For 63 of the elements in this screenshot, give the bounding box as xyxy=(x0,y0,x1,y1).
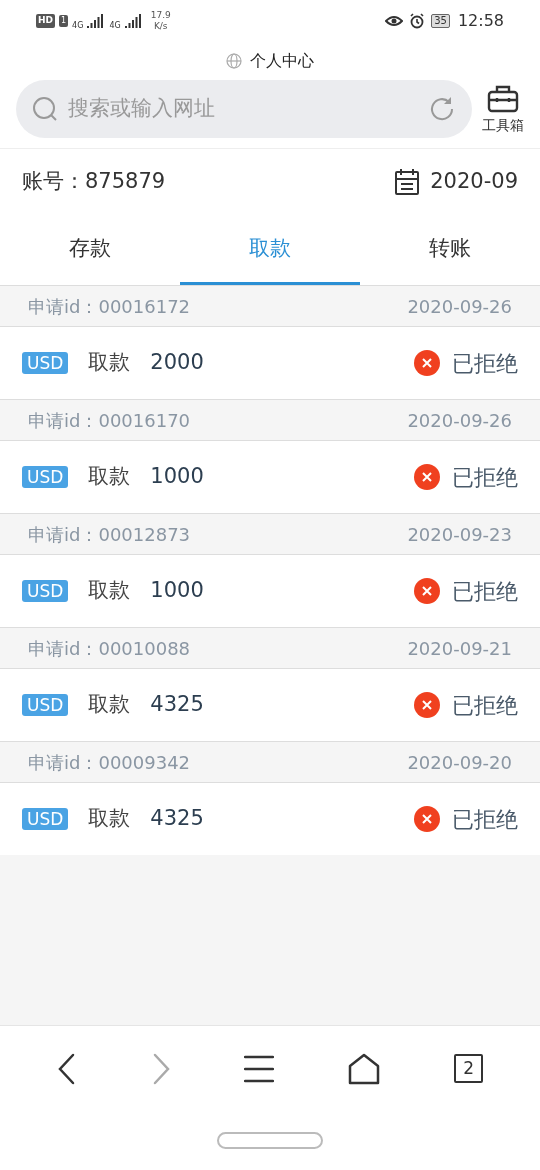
tab-count-button[interactable]: 2 xyxy=(454,1054,484,1083)
amount: 1000 xyxy=(150,463,204,491)
tab[interactable]: 存款 xyxy=(0,215,180,285)
tab[interactable]: 取款 xyxy=(180,215,360,285)
hd-badge: HD xyxy=(36,14,55,28)
status-label: 已拒绝 xyxy=(452,349,518,378)
alarm-icon xyxy=(409,13,426,29)
currency-tag: USD xyxy=(22,694,69,716)
calendar-icon[interactable] xyxy=(394,168,421,196)
rejected-icon xyxy=(414,578,440,604)
menu-icon[interactable] xyxy=(244,1053,275,1084)
record-date: 2020-09-20 xyxy=(407,750,512,775)
currency-tag: USD xyxy=(22,466,69,488)
request-id: 申请id：00016170 xyxy=(28,408,191,433)
currency-tag: USD xyxy=(22,808,69,830)
rejected-icon xyxy=(414,464,440,490)
transaction-type: 取款 xyxy=(88,463,131,491)
record-date: 2020-09-21 xyxy=(407,636,512,661)
record-date: 2020-09-26 xyxy=(407,408,512,433)
home-icon[interactable] xyxy=(348,1052,381,1085)
toolbox-button[interactable]: 工具箱 xyxy=(482,82,524,136)
rejected-icon xyxy=(414,692,440,718)
transaction-type: 取款 xyxy=(88,805,131,833)
request-id: 申请id：00016172 xyxy=(28,294,191,319)
network-speed: 17.9 xyxy=(150,10,171,21)
request-id: 申请id：00009342 xyxy=(28,750,191,775)
search-bar[interactable]: 搜索或输入网址 xyxy=(16,80,472,138)
record-date: 2020-09-26 xyxy=(407,294,512,319)
battery-indicator: 35 xyxy=(431,14,450,28)
signal-icon xyxy=(87,14,106,28)
rejected-icon xyxy=(414,350,440,376)
status-label: 已拒绝 xyxy=(452,805,518,834)
page-title: 个人中心 xyxy=(250,50,314,72)
back-icon[interactable] xyxy=(56,1052,77,1085)
sim-badge: 1 xyxy=(59,15,69,27)
network-type: 4G xyxy=(109,20,121,32)
amount: 2000 xyxy=(150,349,204,377)
record-date: 2020-09-23 xyxy=(407,522,512,547)
globe-icon xyxy=(226,53,242,69)
request-id: 申请id：00012873 xyxy=(28,522,191,547)
search-field[interactable]: 搜索或输入网址 xyxy=(68,93,418,125)
rejected-icon xyxy=(414,806,440,832)
tab[interactable]: 转账 xyxy=(360,215,540,285)
status-label: 已拒绝 xyxy=(452,691,518,720)
amount: 4325 xyxy=(150,805,204,833)
currency-tag: USD xyxy=(22,352,69,374)
transaction-type: 取款 xyxy=(88,691,131,719)
clock: 12:58 xyxy=(457,10,504,32)
eye-icon xyxy=(385,15,404,27)
transaction-type: 取款 xyxy=(88,349,131,377)
status-label: 已拒绝 xyxy=(452,577,518,606)
status-label: 已拒绝 xyxy=(452,463,518,492)
request-id: 申请id：00010088 xyxy=(28,636,191,661)
amount: 4325 xyxy=(150,691,204,719)
search-icon xyxy=(32,96,58,122)
month-selector[interactable]: 2020-09 xyxy=(430,166,518,198)
amount: 1000 xyxy=(150,577,204,605)
currency-tag: USD xyxy=(22,580,69,602)
speed-unit: K/s xyxy=(153,21,168,32)
account-number: 账号：875879 xyxy=(22,168,166,196)
signal-icon xyxy=(124,14,143,28)
network-type: 4G xyxy=(72,20,84,32)
transaction-type: 取款 xyxy=(88,577,131,605)
